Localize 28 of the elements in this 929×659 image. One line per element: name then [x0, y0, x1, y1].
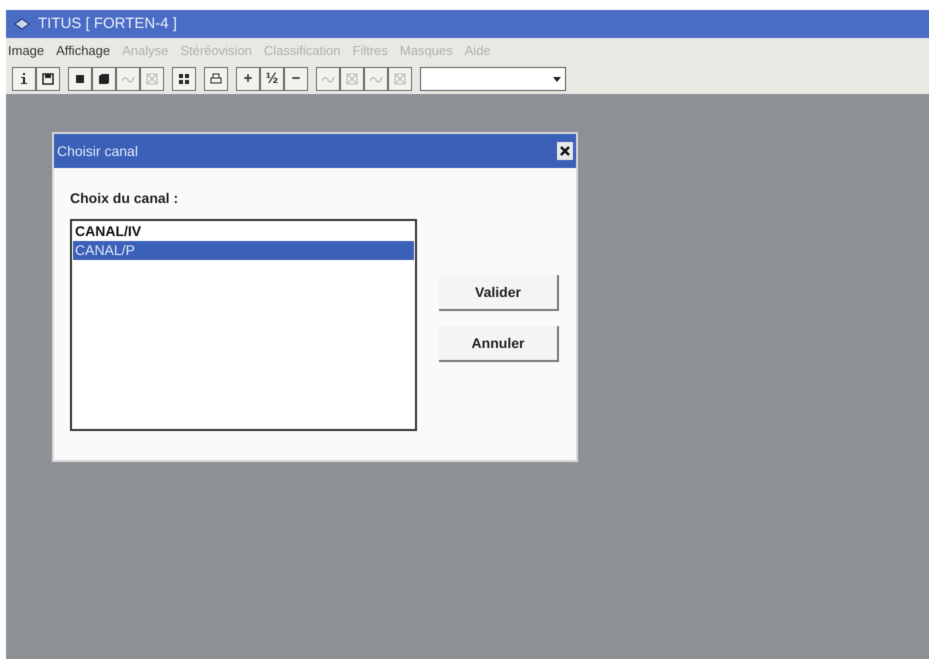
dialog-button[interactable]: Annuler [439, 326, 559, 362]
toolbar-button[interactable]: + [236, 67, 260, 91]
toolbar-button[interactable]: − [284, 67, 308, 91]
toolbar-button[interactable] [204, 67, 228, 91]
grid-icon [176, 71, 192, 87]
app-icon [14, 17, 30, 31]
dialog-title: Choisir canal [57, 142, 138, 160]
list-item[interactable]: CANAL/IV [73, 222, 414, 241]
window-title: TITUS [ FORTEN-4 ] [38, 14, 177, 34]
menu-item[interactable]: Image [8, 41, 44, 61]
list-item[interactable]: CANAL/P [73, 241, 414, 260]
dialog-button[interactable]: Valider [439, 275, 559, 311]
page-icon [96, 71, 112, 87]
toolbar-button[interactable] [12, 67, 36, 91]
channel-label: Choix du canal : [70, 189, 180, 208]
crossed-frame-icon [344, 71, 360, 87]
menu-item[interactable]: Affichage [56, 41, 110, 61]
toolbar-button[interactable] [172, 67, 196, 91]
toolbar-button[interactable] [68, 67, 92, 91]
toolbar-button[interactable] [36, 67, 60, 91]
toolbar-button[interactable]: ½ [260, 67, 284, 91]
toolbar-button[interactable] [92, 67, 116, 91]
close-icon [560, 146, 570, 156]
crossed-frame-icon [144, 71, 160, 87]
close-button[interactable] [557, 142, 573, 160]
dropdown-field[interactable] [420, 67, 566, 91]
dropdown-arrow-icon [553, 76, 561, 82]
crossed-frame-icon [392, 71, 408, 87]
